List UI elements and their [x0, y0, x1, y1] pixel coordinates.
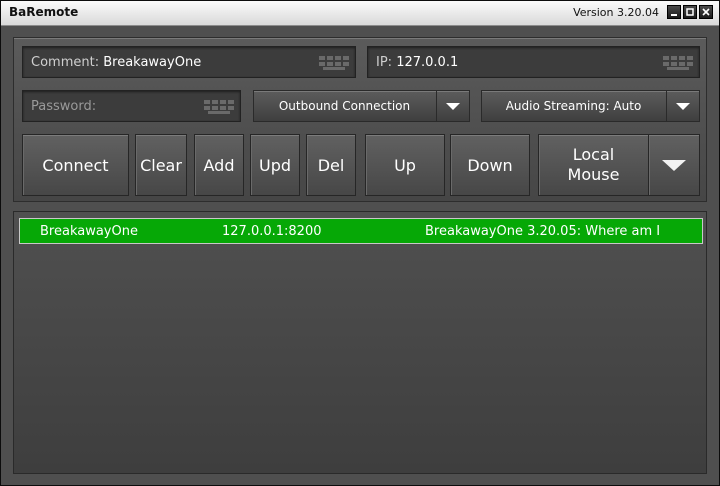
password-placeholder: Password:: [31, 99, 97, 114]
delete-button[interactable]: Del: [306, 134, 356, 196]
list-item[interactable]: BreakawayOne 127.0.0.1:8200 BreakawayOne…: [19, 218, 703, 244]
local-mouse-button[interactable]: Local Mouse: [538, 134, 649, 196]
move-up-button[interactable]: Up: [365, 134, 445, 196]
chevron-down-icon: [662, 160, 686, 171]
list-item-status: BreakawayOne 3.20.05: Where am I: [425, 224, 661, 239]
close-button[interactable]: [699, 5, 713, 19]
audio-streaming-arrow[interactable]: [666, 91, 699, 121]
minimize-button[interactable]: [667, 5, 681, 19]
chevron-down-icon: [676, 103, 690, 110]
password-field[interactable]: Password:: [22, 90, 241, 122]
keyboard-icon[interactable]: [319, 56, 349, 70]
list-item-address: 127.0.0.1:8200: [222, 224, 322, 239]
audio-streaming-dropdown[interactable]: Audio Streaming: Auto: [481, 90, 700, 122]
connection-dropdown-value: Outbound Connection: [278, 99, 411, 113]
ip-label: IP:: [376, 55, 393, 70]
ip-field[interactable]: IP: 127.0.0.1: [367, 46, 700, 78]
local-mouse-line2: Mouse: [567, 165, 620, 184]
connection-panel: Comment: BreakawayOne IP: 127.0.0.1 Pass…: [13, 37, 707, 202]
add-button[interactable]: Add: [194, 134, 244, 196]
comment-field-content: Comment: BreakawayOne: [31, 55, 201, 70]
keyboard-icon[interactable]: [204, 100, 234, 114]
close-icon: [702, 8, 710, 16]
title-bar[interactable]: BaRemote Version 3.20.04: [1, 1, 719, 26]
connection-dropdown[interactable]: Outbound Connection: [253, 90, 470, 122]
comment-label: Comment:: [31, 55, 100, 70]
local-mouse-label: Local Mouse: [568, 145, 620, 185]
local-mouse-line1: Local: [572, 145, 615, 164]
clear-button[interactable]: Clear: [135, 134, 187, 196]
comment-value: BreakawayOne: [103, 55, 202, 70]
maximize-icon: [686, 8, 694, 16]
update-button[interactable]: Upd: [250, 134, 300, 196]
ip-field-content: IP: 127.0.0.1: [376, 55, 458, 70]
mouse-mode-dropdown-button[interactable]: [648, 134, 700, 196]
chevron-down-icon: [446, 103, 460, 110]
connect-button[interactable]: Connect: [22, 134, 129, 196]
connection-list[interactable]: BreakawayOne 127.0.0.1:8200 BreakawayOne…: [13, 211, 707, 474]
version-label: Version 3.20.04: [573, 6, 659, 19]
minimize-icon: [671, 14, 677, 16]
keyboard-icon[interactable]: [663, 56, 693, 70]
list-item-name: BreakawayOne: [40, 224, 138, 239]
move-down-button[interactable]: Down: [450, 134, 530, 196]
window-title: BaRemote: [9, 5, 79, 19]
audio-streaming-value: Audio Streaming: Auto: [505, 99, 642, 113]
app-window: BaRemote Version 3.20.04 Comment: Breaka…: [0, 0, 720, 486]
comment-field[interactable]: Comment: BreakawayOne: [22, 46, 356, 78]
ip-value: 127.0.0.1: [396, 55, 459, 70]
maximize-button[interactable]: [683, 5, 697, 19]
connection-dropdown-arrow[interactable]: [436, 91, 469, 121]
